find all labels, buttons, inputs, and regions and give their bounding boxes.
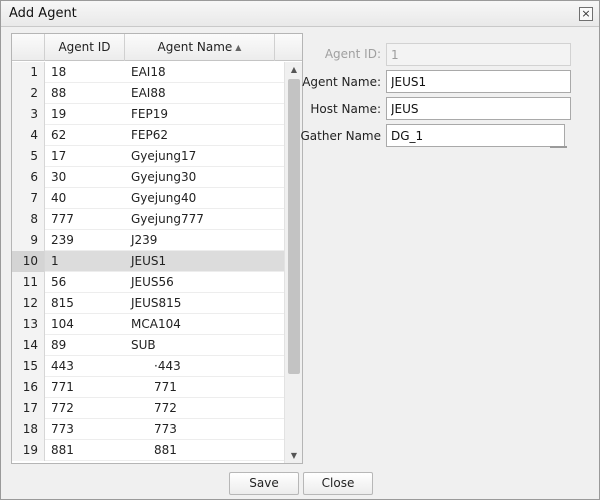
vertical-scrollbar[interactable]: ▲ ▼ bbox=[284, 62, 302, 463]
table-row[interactable]: 13 104 MCA104 bbox=[12, 314, 284, 335]
gather-name-label: Gather Name bbox=[300, 129, 382, 143]
dialog-title: Add Agent bbox=[9, 6, 77, 21]
agent-id-cell: 17 bbox=[51, 149, 67, 163]
agent-id-cell: 18 bbox=[51, 65, 67, 79]
agent-id-cell: 443 bbox=[51, 359, 74, 373]
table-row[interactable]: 19 881 881 bbox=[12, 440, 284, 461]
agent-name-cell: Gyejung777 bbox=[131, 212, 204, 226]
agent-id-cell: 88 bbox=[51, 86, 67, 100]
table-row[interactable]: 5 17 Gyejung17 bbox=[12, 146, 284, 167]
table-row[interactable]: 16 771 771 bbox=[12, 377, 284, 398]
row-number: 16 bbox=[12, 377, 45, 398]
row-number: 3 bbox=[12, 104, 45, 125]
agent-id-cell: 815 bbox=[51, 296, 74, 310]
agent-id-field bbox=[386, 43, 571, 66]
agent-id-cell: 772 bbox=[51, 401, 74, 415]
grid-body: 1 18 EAI18 2 88 EAI88 3 19 FEP19 4 62 FEP62 5 17 Gyeju… bbox=[12, 62, 284, 463]
agent-id-cell: 1 bbox=[51, 254, 59, 268]
close-icon[interactable]: × bbox=[579, 7, 593, 21]
row-number: 10 bbox=[12, 251, 45, 272]
row-number: 14 bbox=[12, 335, 45, 356]
gather-name-field[interactable] bbox=[386, 124, 565, 147]
table-row[interactable]: 8 777 Gyejung777 bbox=[12, 209, 284, 230]
row-number: 2 bbox=[12, 83, 45, 104]
table-row[interactable]: 6 30 Gyejung30 bbox=[12, 167, 284, 188]
dropdown-edge bbox=[550, 146, 567, 148]
agent-name-cell: Gyejung17 bbox=[131, 149, 197, 163]
agent-id-cell: 89 bbox=[51, 338, 67, 352]
agent-name-cell: JEUS815 bbox=[131, 296, 182, 310]
agent-id-cell: 104 bbox=[51, 317, 74, 331]
agent-name-label: Agent Name: bbox=[302, 75, 381, 89]
row-number: 7 bbox=[12, 188, 45, 209]
scroll-thumb[interactable] bbox=[288, 79, 300, 374]
agent-id-column-header[interactable]: Agent ID bbox=[45, 34, 125, 61]
agent-id-cell: 30 bbox=[51, 170, 67, 184]
agent-id-label: Agent ID: bbox=[324, 47, 381, 61]
agent-id-cell: 773 bbox=[51, 422, 74, 436]
row-number: 13 bbox=[12, 314, 45, 335]
agent-id-cell: 62 bbox=[51, 128, 67, 142]
agent-id-cell: 777 bbox=[51, 212, 74, 226]
host-name-label: Host Name: bbox=[310, 102, 381, 116]
agent-id-cell: 239 bbox=[51, 233, 74, 247]
table-row[interactable]: 14 89 SUB bbox=[12, 335, 284, 356]
agent-name-cell: 772 bbox=[154, 401, 177, 415]
agent-name-cell: 773 bbox=[154, 422, 177, 436]
row-number: 18 bbox=[12, 419, 45, 440]
table-row[interactable]: 10 1 JEUS1 bbox=[12, 251, 284, 272]
host-name-field[interactable] bbox=[386, 97, 571, 120]
agent-name-cell: MCA104 bbox=[131, 317, 181, 331]
table-row[interactable]: 17 772 772 bbox=[12, 398, 284, 419]
title-bar: Add Agent × bbox=[1, 1, 599, 27]
table-row[interactable]: 11 56 JEUS56 bbox=[12, 272, 284, 293]
agent-id-cell: 881 bbox=[51, 443, 74, 457]
agent-name-cell: JEUS56 bbox=[131, 275, 174, 289]
row-number: 19 bbox=[12, 440, 45, 461]
row-number: 5 bbox=[12, 146, 45, 167]
table-row[interactable]: 15 443 ·443 bbox=[12, 356, 284, 377]
agent-id-cell: 56 bbox=[51, 275, 67, 289]
agent-name-cell: J239 bbox=[131, 233, 158, 247]
agent-name-cell: ·443 bbox=[154, 359, 181, 373]
close-button[interactable]: Close bbox=[303, 472, 373, 495]
agent-id-cell: 771 bbox=[51, 380, 74, 394]
table-row[interactable]: 12 815 JEUS815 bbox=[12, 293, 284, 314]
table-row[interactable]: 7 40 Gyejung40 bbox=[12, 188, 284, 209]
agent-name-cell: 881 bbox=[154, 443, 177, 457]
row-number: 8 bbox=[12, 209, 45, 230]
row-number: 17 bbox=[12, 398, 45, 419]
agent-name-field[interactable] bbox=[386, 70, 571, 93]
agent-name-cell: 771 bbox=[154, 380, 177, 394]
agent-grid: Agent ID Agent Name ▲ 1 18 EAI18 2 88 EAI88 3 19… bbox=[11, 33, 303, 464]
agent-id-cell: 40 bbox=[51, 191, 67, 205]
agent-id-cell: 19 bbox=[51, 107, 67, 121]
row-number: 15 bbox=[12, 356, 45, 377]
add-agent-dialog: Add Agent × Agent ID Agent Name ▲ 1 18 EAI1… bbox=[0, 0, 600, 500]
agent-name-cell: JEUS1 bbox=[131, 254, 167, 268]
row-number: 6 bbox=[12, 167, 45, 188]
row-number: 4 bbox=[12, 125, 45, 146]
row-number: 11 bbox=[12, 272, 45, 293]
table-row[interactable]: 9 239 J239 bbox=[12, 230, 284, 251]
chevron-down-icon[interactable]: ▼ bbox=[285, 448, 302, 463]
row-number: 9 bbox=[12, 230, 45, 251]
agent-name-header-label: Agent Name bbox=[157, 40, 233, 54]
agent-name-cell: SUB bbox=[131, 338, 156, 352]
agent-name-cell: Gyejung40 bbox=[131, 191, 197, 205]
save-button[interactable]: Save bbox=[229, 472, 299, 495]
row-number-header bbox=[12, 34, 45, 61]
table-row[interactable]: 18 773 773 bbox=[12, 419, 284, 440]
row-number: 1 bbox=[12, 62, 45, 83]
row-number: 12 bbox=[12, 293, 45, 314]
agent-name-cell: Gyejung30 bbox=[131, 170, 197, 184]
